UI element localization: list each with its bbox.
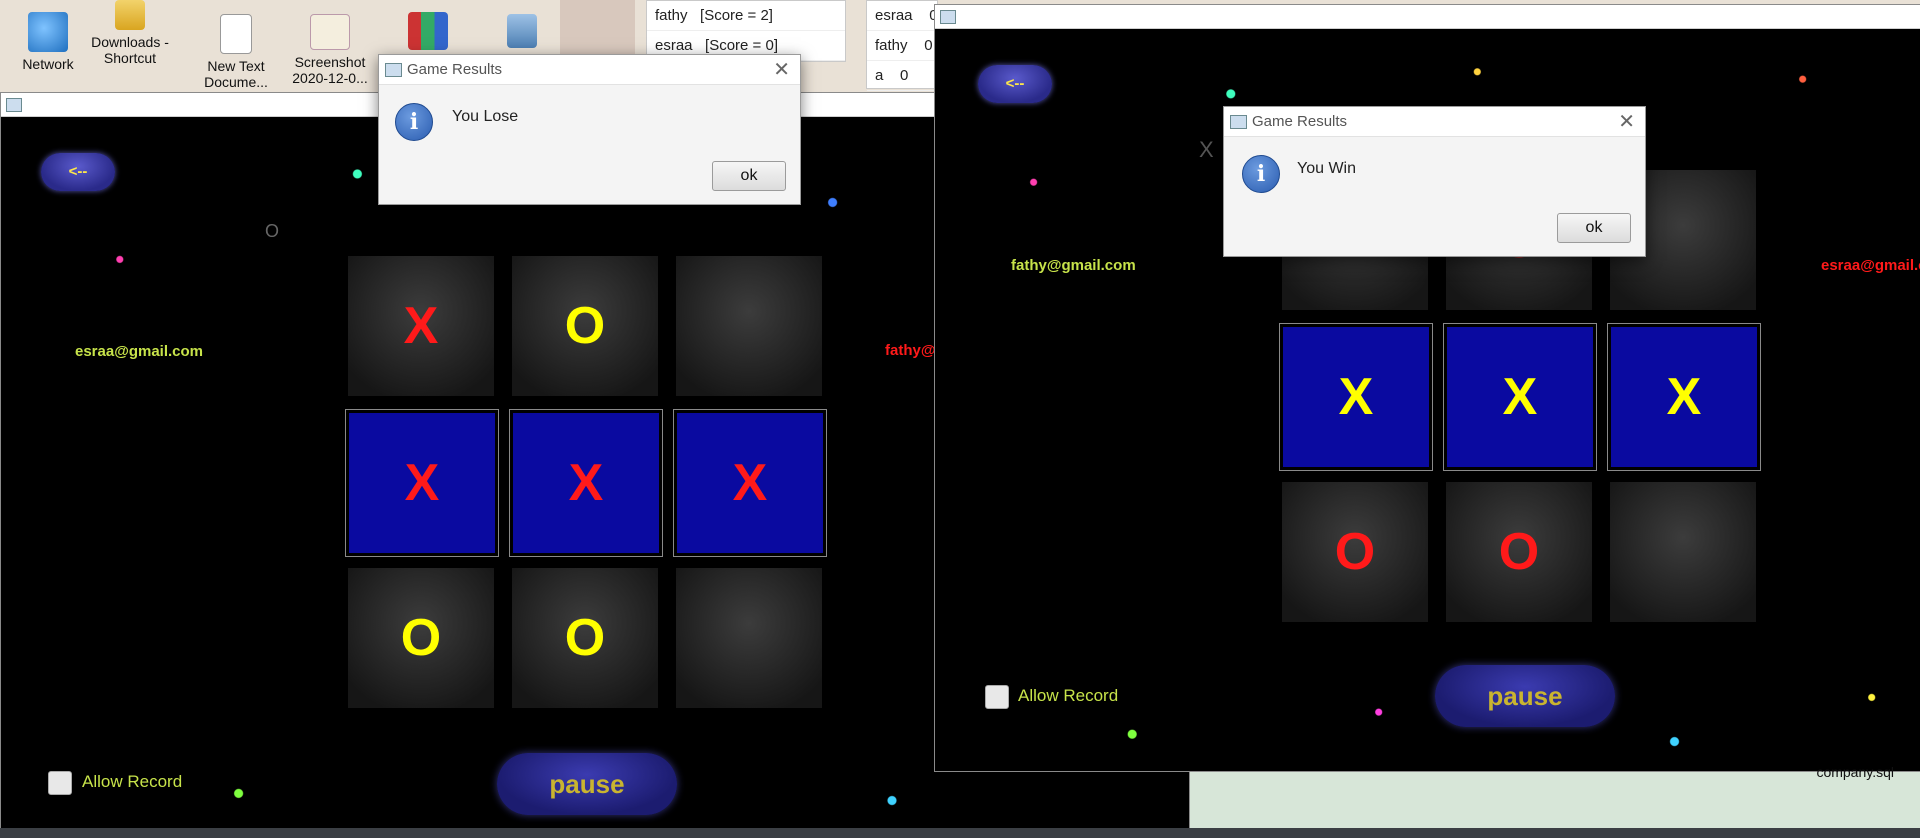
game-board: XOXXXOO xyxy=(345,253,831,729)
allow-record-checkbox[interactable] xyxy=(48,771,72,795)
game-results-dialog-lose: Game Results ✕ i You Lose ok xyxy=(378,54,801,205)
board-cell-2-1[interactable]: O xyxy=(1443,479,1595,625)
desktop-icon-network[interactable]: Network xyxy=(8,12,88,72)
desktop-icon-new-text-document[interactable]: New Text Docume... xyxy=(196,14,276,90)
board-cell-1-2[interactable]: X xyxy=(1607,323,1761,471)
opponent-email: esraa@gmail.com xyxy=(1821,257,1920,274)
score-list-right[interactable]: esraa 0 fathy 0 a 0 xyxy=(866,0,938,91)
list-item[interactable]: a 0 xyxy=(867,61,937,91)
desktop-icon-archive[interactable] xyxy=(388,12,468,54)
stray-mark: X xyxy=(1199,137,1214,162)
desktop-icon-label: Screenshot 2020-12-0... xyxy=(292,54,368,86)
dialog-titlebar[interactable]: Game Results ✕ xyxy=(379,55,800,85)
dialog-message: You Lose xyxy=(452,108,519,125)
desktop-icon-label: Downloads - Shortcut xyxy=(91,34,169,66)
dialog-titlebar[interactable]: Game Results ✕ xyxy=(1224,107,1645,137)
game-results-dialog-win: Game Results ✕ i You Win ok xyxy=(1223,106,1646,257)
board-cell-1-0[interactable]: X xyxy=(345,409,499,557)
score-list-left[interactable]: fathy [Score = 2] esraa [Score = 0] xyxy=(646,0,846,62)
folder-shortcut-icon xyxy=(115,0,145,30)
stray-mark: O xyxy=(265,221,280,241)
dialog-title: Game Results xyxy=(407,61,503,78)
board-cell-0-2[interactable] xyxy=(673,253,825,399)
desktop-file-label[interactable]: company.sql xyxy=(1816,764,1894,780)
close-icon[interactable]: ✕ xyxy=(773,57,790,82)
window-icon xyxy=(1230,115,1247,129)
board-cell-1-2[interactable]: X xyxy=(673,409,827,557)
board-cell-0-1[interactable]: O xyxy=(509,253,661,399)
desktop-icon-screenshot[interactable]: Screenshot 2020-12-0... xyxy=(290,14,370,86)
board-cell-2-0[interactable]: O xyxy=(345,565,497,711)
ok-button[interactable]: ok xyxy=(1557,213,1631,243)
back-button[interactable]: <-- xyxy=(41,153,115,191)
text-file-icon xyxy=(220,14,252,54)
list-item[interactable]: fathy 0 xyxy=(867,31,937,61)
desktop-icon-label: New Text Docume... xyxy=(204,58,268,90)
allow-record-label: Allow Record xyxy=(82,772,183,791)
player-email: fathy@gmail.com xyxy=(1011,257,1136,274)
dialog-title: Game Results xyxy=(1252,113,1348,130)
board-cell-2-2[interactable] xyxy=(1607,479,1759,625)
desktop-icon-label: Network xyxy=(22,56,74,72)
image-file-icon xyxy=(310,14,350,50)
opponent-email: fathy@gmail.com xyxy=(885,342,941,359)
window-icon xyxy=(940,10,956,24)
network-icon xyxy=(28,12,68,52)
list-item[interactable]: fathy [Score = 2] xyxy=(647,1,845,31)
info-icon: i xyxy=(395,103,433,141)
allow-record-label: Allow Record xyxy=(1018,686,1119,705)
taskbar[interactable] xyxy=(0,828,1920,838)
back-button[interactable]: <-- xyxy=(978,65,1052,103)
board-cell-0-0[interactable]: X xyxy=(345,253,497,399)
desktop-icon-downloads[interactable]: Downloads - Shortcut xyxy=(90,0,170,66)
winrar-archive-icon xyxy=(408,12,448,50)
board-cell-1-1[interactable]: X xyxy=(509,409,663,557)
board-cell-2-2[interactable] xyxy=(673,565,825,711)
board-cell-1-1[interactable]: X xyxy=(1443,323,1597,471)
window-icon xyxy=(385,63,402,77)
dialog-message: You Win xyxy=(1297,160,1356,177)
ok-button[interactable]: ok xyxy=(712,161,786,191)
book-icon xyxy=(507,14,537,48)
pause-button[interactable]: pause xyxy=(1435,665,1615,727)
allow-record-checkbox[interactable] xyxy=(985,685,1009,709)
window-icon xyxy=(6,98,22,112)
desktop-icon-book[interactable] xyxy=(482,14,562,52)
board-cell-2-1[interactable]: O xyxy=(509,565,661,711)
right-window-titlebar[interactable] xyxy=(935,5,1920,29)
board-cell-2-0[interactable]: O xyxy=(1279,479,1431,625)
list-item[interactable]: esraa 0 xyxy=(867,1,938,31)
board-cell-1-0[interactable]: X xyxy=(1279,323,1433,471)
info-icon: i xyxy=(1242,155,1280,193)
pause-button[interactable]: pause xyxy=(497,753,677,815)
player-email: esraa@gmail.com xyxy=(75,343,204,360)
close-icon[interactable]: ✕ xyxy=(1618,109,1635,134)
